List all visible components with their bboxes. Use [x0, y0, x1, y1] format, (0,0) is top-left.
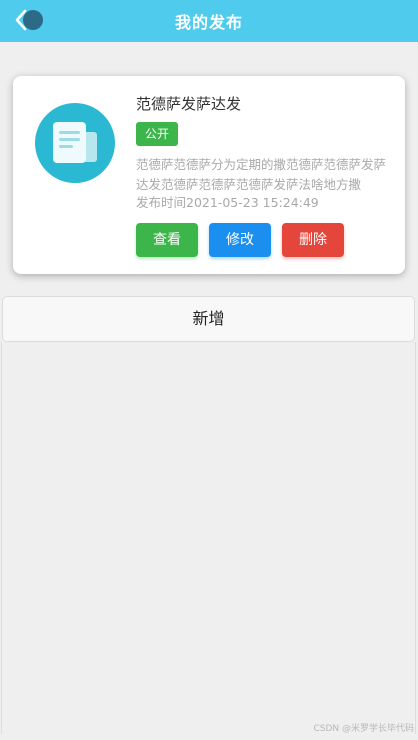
- chevron-left-icon: [15, 9, 43, 31]
- add-button[interactable]: 新增: [2, 296, 415, 342]
- publish-time: 发布时间2021-05-23 15:24:49: [136, 195, 319, 210]
- page-title: 我的发布: [174, 13, 243, 32]
- watermark: CSDN @米罗学长毕代码: [313, 724, 414, 734]
- post-card: 范德萨发萨达发 公开 范德萨范德萨分为定期的撒范德萨范德萨发萨达发范德萨范德萨范…: [13, 76, 405, 274]
- view-button[interactable]: 查看: [136, 223, 198, 257]
- status-badge: 公开: [136, 122, 179, 146]
- edit-button[interactable]: 修改: [209, 223, 271, 257]
- document-icon: [35, 103, 115, 183]
- delete-button[interactable]: 删除: [282, 223, 344, 257]
- divider-left: [1, 342, 2, 734]
- divider-right: [415, 342, 416, 734]
- post-description: 范德萨范德萨分为定期的撒范德萨范德萨发萨达发范德萨范德萨范德萨发萨法啥地方撒: [136, 157, 387, 192]
- back-button[interactable]: [14, 8, 44, 32]
- page: 我的发布 范德萨发萨达发 公开 范德萨范德萨分为定期的撒范德萨范德萨发萨达发范德…: [0, 0, 418, 740]
- header-bar: 我的发布: [0, 0, 418, 42]
- post-title: 范德萨发萨达发: [136, 95, 242, 113]
